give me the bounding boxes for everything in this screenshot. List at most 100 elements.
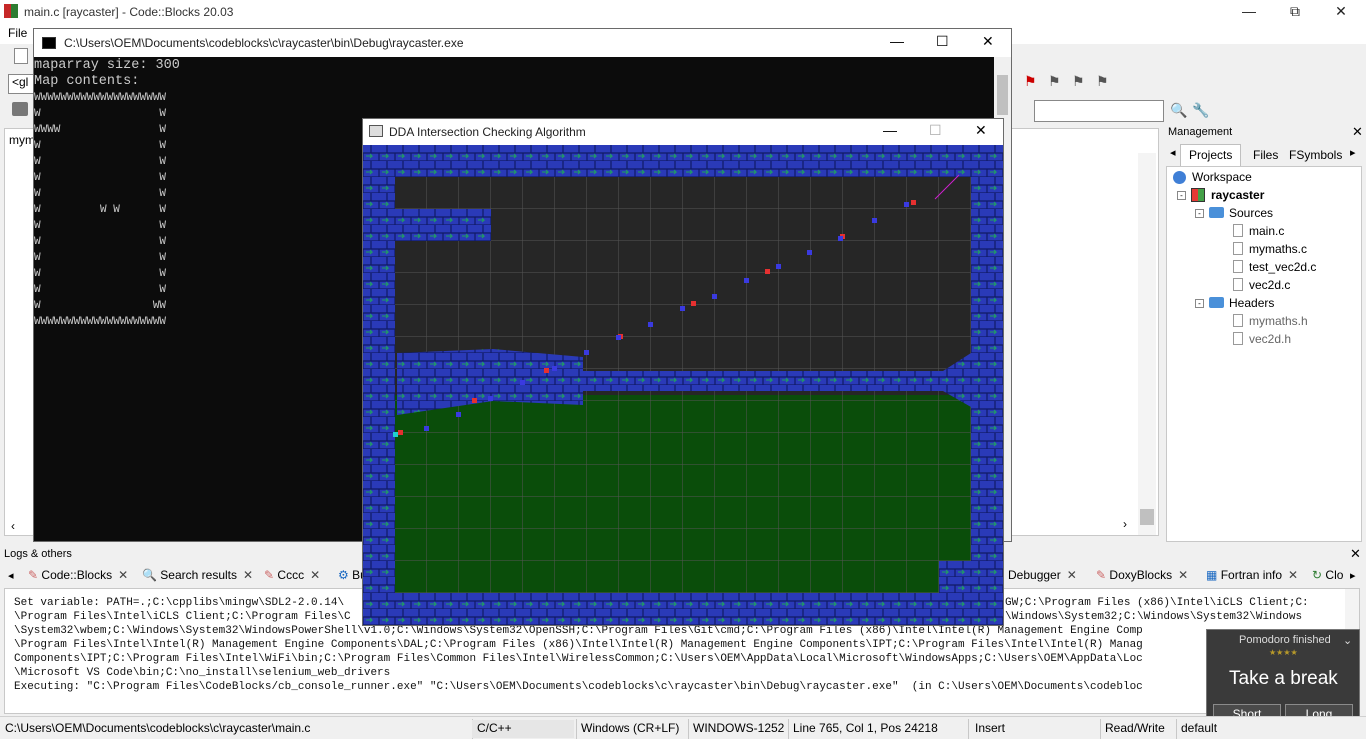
tree-file-vec2d[interactable]: vec2d.c: [1249, 278, 1290, 292]
logs-tab-clo[interactable]: ↻ Clo: [1308, 566, 1347, 586]
tree-headers[interactable]: Headers: [1229, 296, 1274, 310]
ray-intersection-point: [544, 368, 549, 373]
management-tabs: ◂ Projects Files FSymbols ▸: [1164, 144, 1366, 166]
minimize-button[interactable]: —: [1226, 0, 1272, 24]
logs-tab-debugger[interactable]: Debugger ✕: [1004, 566, 1081, 586]
status-file-path: C:\Users\OEM\Documents\codeblocks\c\rayc…: [5, 721, 311, 735]
scope-dropdown[interactable]: <gl: [8, 74, 34, 94]
tab-label: Search results: [160, 568, 237, 582]
collapse-headers-icon[interactable]: -: [1195, 299, 1204, 308]
close-tab-icon[interactable]: ✕: [1288, 568, 1298, 582]
logs-tab-fortran-info[interactable]: ▦ Fortran info ✕: [1202, 566, 1302, 586]
workspace-icon: [1173, 171, 1186, 184]
chevron-down-icon[interactable]: ⌄: [1343, 634, 1352, 647]
ray-intersection-point: [765, 269, 770, 274]
tree-file-test-vec2d[interactable]: test_vec2d.c: [1249, 260, 1316, 274]
console-line: W W: [34, 252, 167, 264]
log-line: \Windows\System32;C:\Windows\System32\Wi…: [1005, 611, 1303, 623]
log-line: \Program Files\Intel\iCLS Client;C:\Prog…: [14, 611, 351, 623]
logs-tab-codeblocks[interactable]: ✎ Code::Blocks ✕: [24, 566, 132, 586]
ray-intersection-point: [911, 200, 916, 205]
status-position: Line 765, Col 1, Pos 24218: [793, 721, 938, 735]
status-divider: [968, 719, 969, 739]
debug-flag-3-icon[interactable]: ⚑: [1072, 74, 1086, 88]
close-tab-icon[interactable]: ✕: [1067, 568, 1077, 582]
close-button[interactable]: ✕: [1318, 0, 1364, 24]
tab-files[interactable]: Files: [1248, 148, 1283, 162]
logs-tab-left-icon[interactable]: ◂: [8, 569, 14, 582]
console-line: WWWW W: [34, 124, 167, 136]
editor-tab[interactable]: mym: [9, 133, 35, 147]
menu-file[interactable]: File: [8, 26, 27, 40]
dda-minimize-button[interactable]: —: [883, 122, 897, 138]
ray-intersection-point: [584, 350, 589, 355]
ray-intersection-point: [807, 250, 812, 255]
log-line: Set variable: PATH=.;C:\cpplibs\mingw\SD…: [14, 597, 345, 609]
scroll-left-icon[interactable]: ‹: [11, 519, 15, 533]
management-close-icon[interactable]: ✕: [1352, 124, 1363, 140]
search-combo[interactable]: [1034, 100, 1164, 122]
logs-tab-doxyblocks[interactable]: ✎ DoxyBlocks ✕: [1092, 566, 1192, 586]
wrench-icon[interactable]: 🔧: [1192, 102, 1209, 118]
log-line: Components\IPT;C:\Program Files\Intel\Wi…: [14, 653, 1143, 665]
editor-vscrollbar[interactable]: [1138, 153, 1156, 535]
doc-icon: ✎: [28, 568, 39, 582]
status-eol: Windows (CR+LF): [581, 721, 680, 735]
tree-file-vec2d-h[interactable]: vec2d.h: [1249, 332, 1291, 346]
dda-window[interactable]: DDA Intersection Checking Algorithm — ☐ …: [362, 118, 1004, 626]
dda-close-button[interactable]: ✕: [975, 122, 987, 139]
dda-icon: [369, 125, 383, 137]
scroll-right-icon[interactable]: ›: [1123, 517, 1127, 531]
logs-tab-search-results[interactable]: 🔍 Search results ✕: [138, 566, 257, 586]
tree-file-mymaths[interactable]: mymaths.c: [1249, 242, 1307, 256]
tab-fsymbols[interactable]: FSymbols: [1284, 148, 1347, 162]
restore-button[interactable]: ⧉: [1272, 0, 1318, 24]
ray-intersection-point: [838, 236, 843, 241]
scroll-thumb[interactable]: [1140, 509, 1154, 525]
new-file-icon[interactable]: [14, 48, 28, 64]
debug-flag-icon[interactable]: ⚑: [1024, 74, 1038, 88]
ray-intersection-point: [680, 306, 685, 311]
console-scroll-thumb[interactable]: [997, 75, 1008, 115]
ray-intersection-point: [872, 218, 877, 223]
tab-label: Cccc: [277, 568, 305, 582]
tree-workspace[interactable]: Workspace: [1192, 170, 1252, 184]
close-tab-icon[interactable]: ✕: [118, 568, 128, 582]
console-close-button[interactable]: ✕: [982, 33, 994, 50]
settings-icon[interactable]: [12, 102, 28, 116]
tab-scroll-right-icon[interactable]: ▸: [1350, 146, 1356, 159]
close-tab-icon[interactable]: ✕: [243, 568, 253, 582]
tab-label: Code::Blocks: [41, 568, 113, 582]
close-tab-icon[interactable]: ✕: [1178, 568, 1188, 582]
tree-file-mymaths-h[interactable]: mymaths.h: [1249, 314, 1308, 328]
console-minimize-button[interactable]: —: [890, 33, 904, 49]
ray-intersection-point: [552, 366, 557, 371]
doc-icon: ↻: [1312, 568, 1323, 582]
close-tab-icon[interactable]: ✕: [310, 568, 320, 582]
console-maximize-button[interactable]: ☐: [936, 33, 949, 50]
pomodoro-message: Take a break: [1229, 668, 1338, 689]
logs-tab-right-icon[interactable]: ▸: [1350, 569, 1356, 582]
debug-flag-4-icon[interactable]: ⚑: [1096, 74, 1110, 88]
console-line: Map contents:: [34, 74, 140, 89]
tab-projects[interactable]: Projects: [1180, 144, 1242, 166]
file-icon: [1233, 314, 1243, 327]
debug-flag-2-icon[interactable]: ⚑: [1048, 74, 1062, 88]
logs-title: Logs & others: [4, 548, 72, 560]
app-title: main.c [raycaster] - Code::Blocks 20.03: [24, 5, 234, 19]
collapse-icon[interactable]: -: [1177, 191, 1186, 200]
tab-scroll-left-icon[interactable]: ◂: [1170, 146, 1176, 159]
tab-label: DoxyBlocks: [1109, 568, 1173, 582]
console-line: WWWWWWWWWWWWWWWWWWWW: [34, 316, 167, 328]
console-icon: [42, 37, 56, 49]
search-icon[interactable]: 🔍: [1170, 102, 1187, 118]
console-line: W W: [34, 220, 167, 232]
tree-file-main[interactable]: main.c: [1249, 224, 1284, 238]
dda-canvas[interactable]: [363, 145, 1003, 625]
collapse-sources-icon[interactable]: -: [1195, 209, 1204, 218]
tree-sources[interactable]: Sources: [1229, 206, 1273, 220]
tree-project[interactable]: raycaster: [1211, 188, 1264, 202]
dda-maximize-button[interactable]: ☐: [929, 122, 942, 139]
logs-tab-cccc[interactable]: ✎ Cccc ✕: [260, 566, 324, 586]
logs-close-icon[interactable]: ✕: [1350, 546, 1361, 562]
